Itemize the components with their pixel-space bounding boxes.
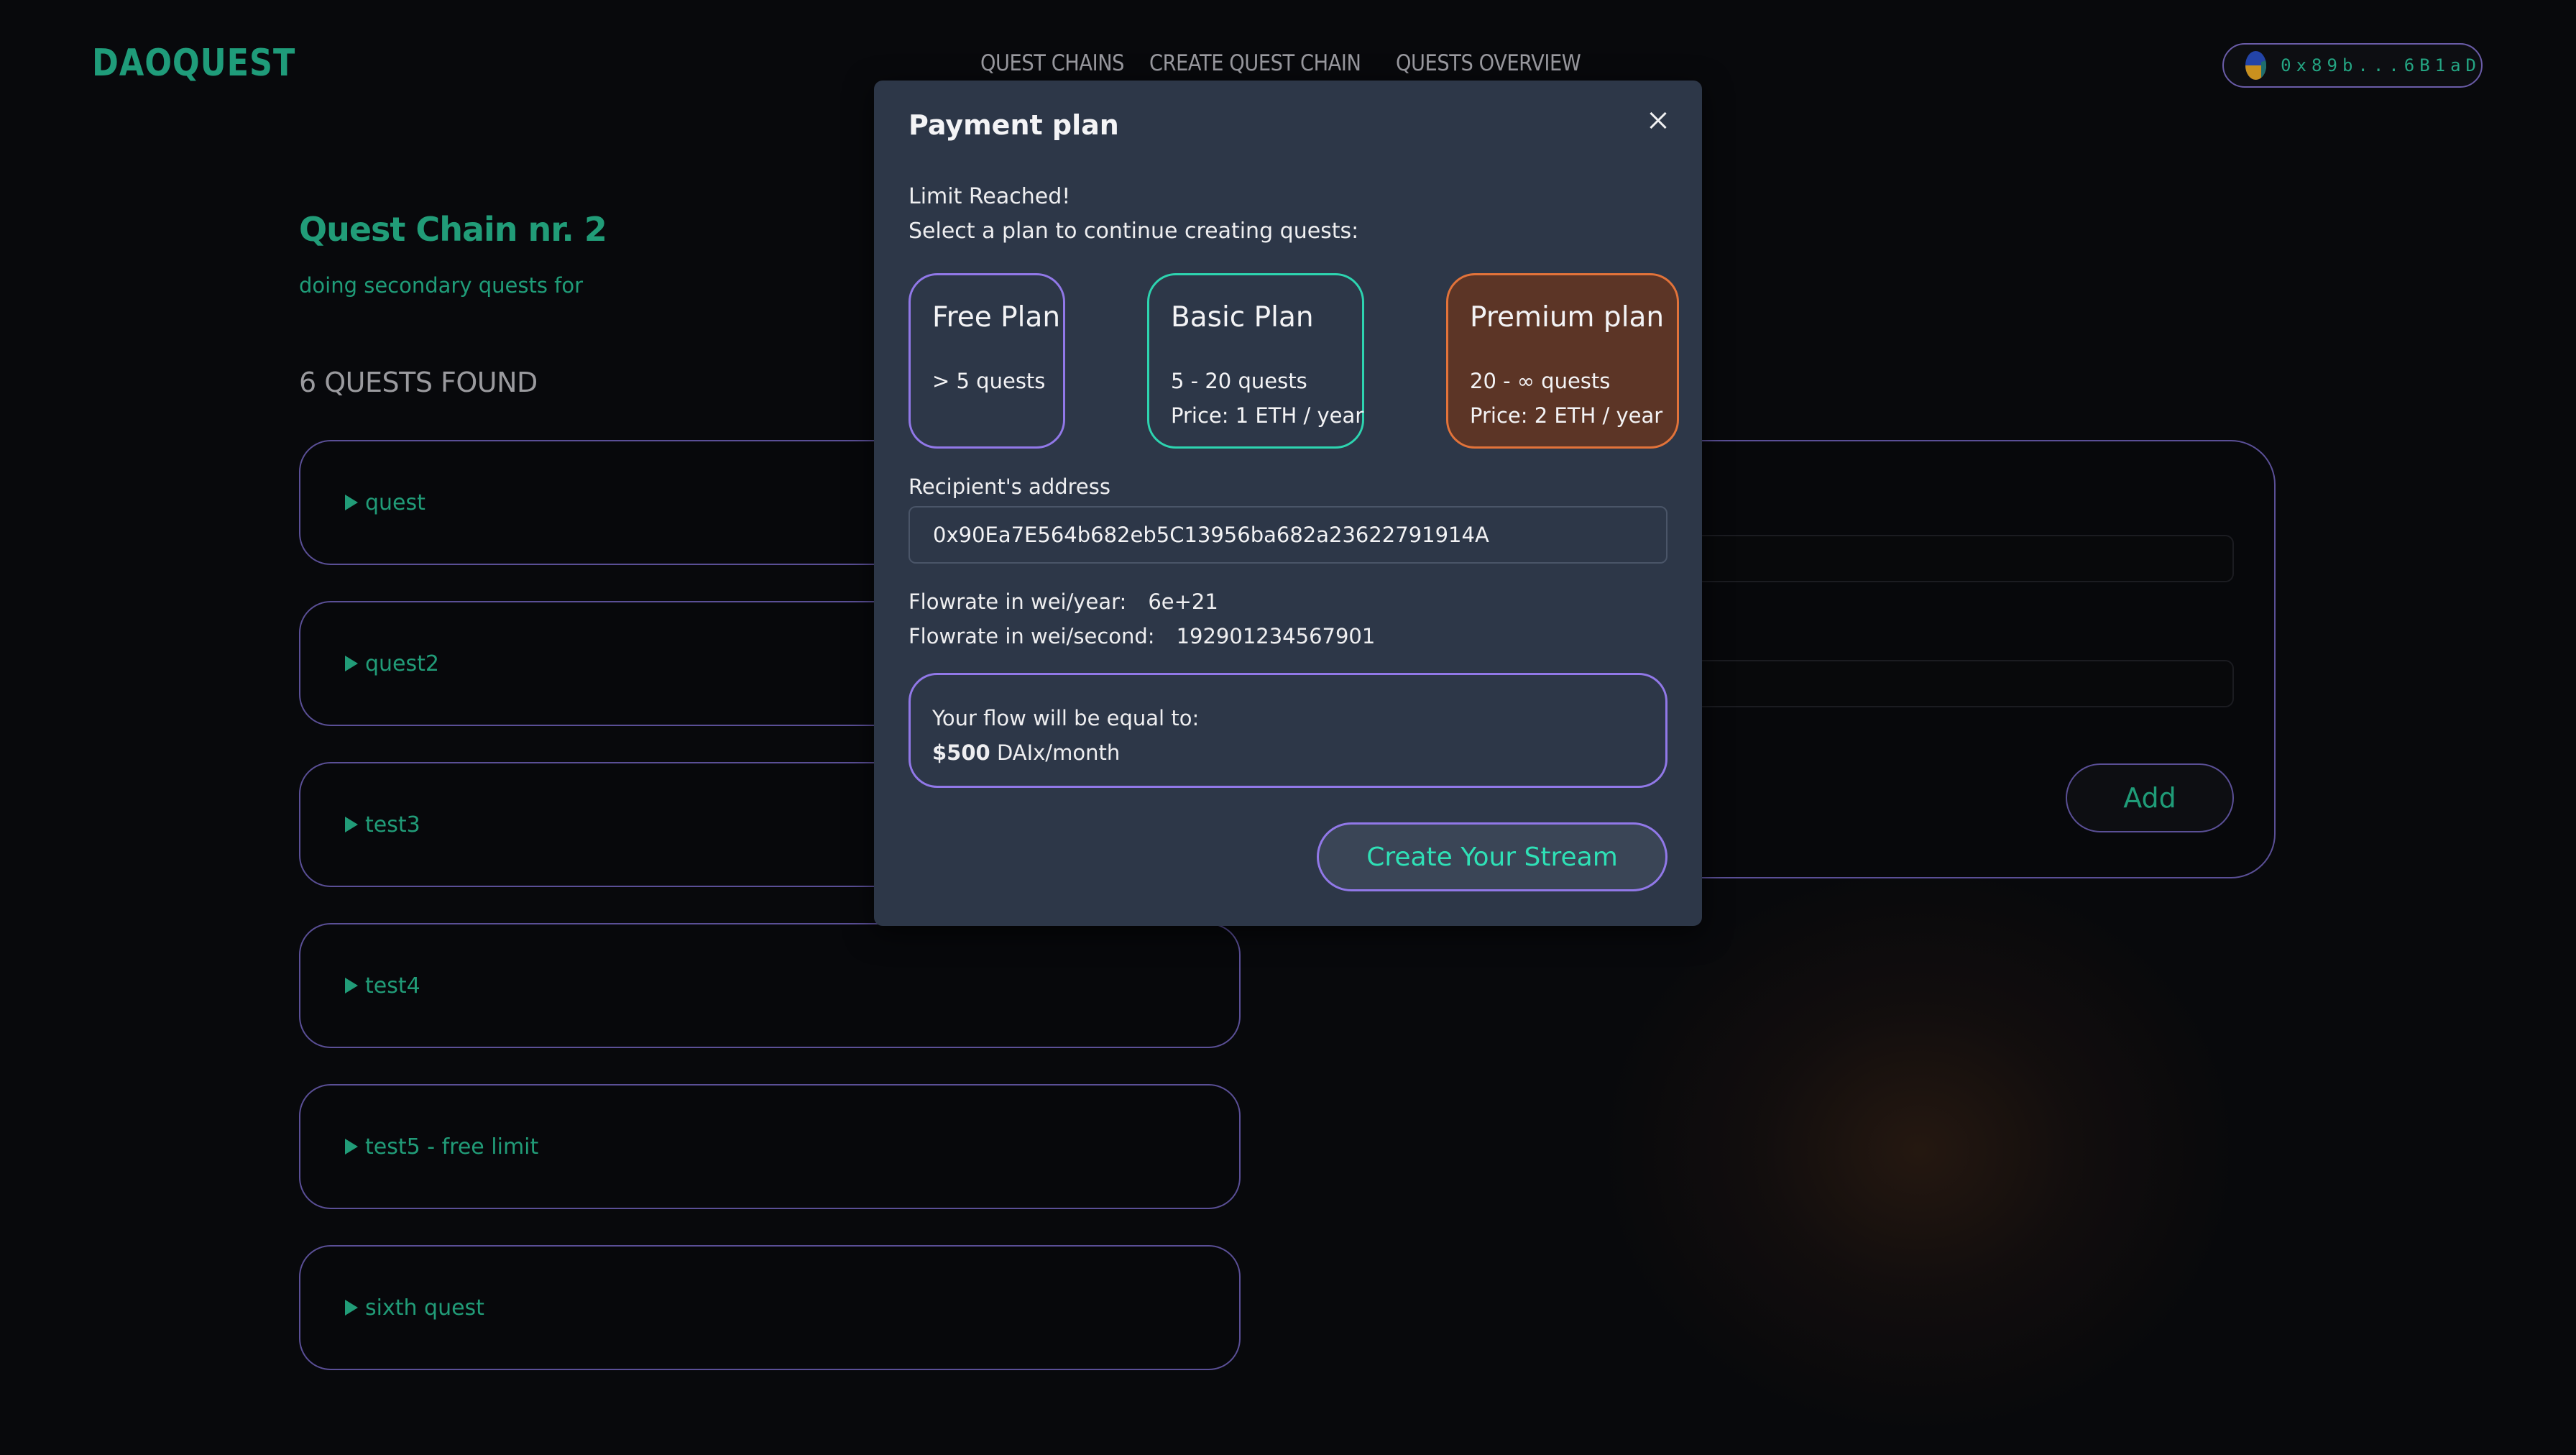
background-glow	[1596, 863, 2242, 1438]
recipient-address-input[interactable]	[908, 506, 1668, 564]
nav-quest-chains[interactable]: QUEST CHAINS	[980, 50, 1124, 76]
plan-card-free[interactable]: Free Plan > 5 quests	[908, 273, 1065, 449]
quest-name: test4	[365, 973, 420, 999]
expand-triangle-icon	[345, 817, 358, 832]
plan-price: Price: 2 ETH / year	[1470, 403, 1663, 428]
main-nav: QUEST CHAINS CREATE QUEST CHAIN QUESTS O…	[980, 50, 1606, 76]
quest-item[interactable]: sixth quest	[299, 1245, 1241, 1370]
plan-card-basic[interactable]: Basic Plan 5 - 20 quests Price: 1 ETH / …	[1147, 273, 1364, 449]
nav-quests-overview[interactable]: QUESTS OVERVIEW	[1396, 50, 1581, 76]
flow-equal-label: Your flow will be equal to:	[932, 706, 1200, 730]
flow-summary-box: Your flow will be equal to: $500 DAIx/mo…	[908, 673, 1668, 788]
nav-create-quest-chain[interactable]: CREATE QUEST CHAIN	[1149, 50, 1361, 76]
plan-name: Premium plan	[1470, 301, 1665, 334]
add-quest-button[interactable]: Add	[2066, 763, 2234, 832]
expand-triangle-icon	[345, 1139, 358, 1155]
plan-name: Basic Plan	[1171, 301, 1314, 334]
plan-name: Free Plan	[932, 301, 1061, 334]
wallet-address: 0x89b...6B1aD	[2281, 55, 2481, 75]
flow-amount: $500	[932, 740, 990, 765]
limit-reached-text: Limit Reached!	[908, 184, 1071, 209]
quests-found-count: 6 QUESTS FOUND	[299, 367, 538, 398]
quest-description-input[interactable]	[1626, 660, 2234, 707]
payment-plan-modal: Payment plan Limit Reached! Select a pla…	[874, 81, 1702, 926]
page-title: Quest Chain nr. 2	[299, 210, 607, 249]
flowrate-year-row: Flowrate in wei/year: 6e+21	[908, 589, 1218, 614]
quest-name: quest	[365, 490, 426, 515]
flowrate-year-label: Flowrate in wei/year:	[908, 589, 1127, 614]
flowrate-second-row: Flowrate in wei/second: 192901234567901	[908, 624, 1375, 648]
chain-description: doing secondary quests for	[299, 273, 584, 298]
close-icon[interactable]	[1640, 102, 1676, 138]
flow-amount-row: $500 DAIx/month	[932, 735, 1644, 770]
expand-triangle-icon	[345, 495, 358, 510]
quest-item[interactable]: test5 - free limit	[299, 1084, 1241, 1209]
flowrate-second-label: Flowrate in wei/second:	[908, 624, 1155, 648]
plan-range: > 5 quests	[932, 369, 1046, 393]
plan-price: Price: 1 ETH / year	[1171, 403, 1364, 428]
expand-triangle-icon	[345, 656, 358, 671]
quest-name-input[interactable]	[1626, 535, 2234, 582]
flow-unit: DAIx/month	[996, 740, 1121, 765]
create-stream-button[interactable]: Create Your Stream	[1317, 822, 1668, 891]
expand-triangle-icon	[345, 978, 358, 993]
quest-item[interactable]: test4	[299, 923, 1241, 1048]
quest-name: sixth quest	[365, 1295, 484, 1321]
flowrate-year-value: 6e+21	[1148, 589, 1218, 614]
recipient-address-label: Recipient's address	[908, 474, 1110, 499]
plan-range: 5 - 20 quests	[1171, 369, 1307, 393]
select-plan-text: Select a plan to continue creating quest…	[908, 219, 1359, 244]
create-quest-panel: Add	[1626, 440, 2276, 878]
plan-range: 20 - ∞ quests	[1470, 369, 1611, 393]
jazzicon-avatar-icon	[2245, 51, 2267, 80]
quest-name: test5 - free limit	[365, 1134, 539, 1160]
modal-title: Payment plan	[908, 109, 1119, 141]
wallet-button[interactable]: 0x89b...6B1aD	[2222, 43, 2483, 88]
expand-triangle-icon	[345, 1300, 358, 1316]
flowrate-second-value: 192901234567901	[1176, 624, 1376, 648]
quest-name: quest2	[365, 651, 439, 676]
quest-name: test3	[365, 812, 420, 837]
plan-card-premium[interactable]: Premium plan 20 - ∞ quests Price: 2 ETH …	[1446, 273, 1679, 449]
app-logo[interactable]: DAOQUEST	[92, 42, 295, 85]
